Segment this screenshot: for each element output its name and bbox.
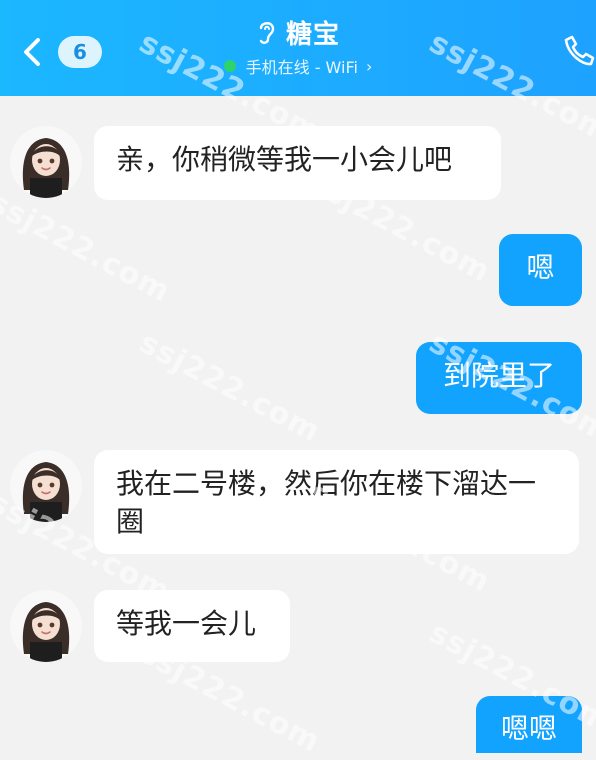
contact-name: 糖宝 bbox=[285, 19, 340, 50]
message-list[interactable]: 亲，你稍微等我一小会儿吧 嗯 到院里了 我在二号楼，然后你在楼下溜达一圈 等我一… bbox=[0, 96, 596, 753]
avatar-icon bbox=[10, 126, 82, 198]
chat-header: 6 糖宝 手机在线 - WiFi › bbox=[0, 0, 596, 96]
online-dot-icon bbox=[223, 60, 236, 72]
avatar[interactable] bbox=[10, 590, 82, 662]
ear-icon bbox=[259, 22, 275, 44]
chat-title-area[interactable]: 糖宝 手机在线 - WiFi › bbox=[0, 14, 596, 84]
avatar[interactable] bbox=[10, 126, 82, 198]
message-bubble[interactable]: 等我一会儿 bbox=[94, 590, 290, 662]
message-text: 嗯嗯 bbox=[500, 712, 557, 745]
message-bubble[interactable]: 到院里了 bbox=[416, 342, 582, 414]
avatar[interactable] bbox=[10, 450, 82, 522]
message-text: 亲，你稍微等我一小会儿吧 bbox=[116, 143, 453, 176]
message-text: 嗯 bbox=[526, 251, 555, 284]
online-status[interactable]: 手机在线 - WiFi › bbox=[223, 54, 373, 78]
message-text: 到院里了 bbox=[442, 359, 555, 392]
message-bubble[interactable]: 我在二号楼，然后你在楼下溜达一圈 bbox=[94, 450, 579, 554]
phone-icon[interactable] bbox=[562, 34, 596, 68]
message-text: 等我一会儿 bbox=[116, 607, 257, 640]
avatar-icon bbox=[10, 590, 82, 662]
online-status-text: 手机在线 - WiFi bbox=[245, 58, 358, 77]
message-bubble[interactable]: 嗯嗯 bbox=[476, 696, 582, 753]
message-bubble[interactable]: 亲，你稍微等我一小会儿吧 bbox=[94, 126, 501, 200]
message-bubble[interactable]: 嗯 bbox=[499, 234, 582, 306]
message-text: 我在二号楼，然后你在楼下溜达一圈 bbox=[116, 467, 537, 538]
avatar-icon bbox=[10, 450, 82, 522]
status-chevron: › bbox=[365, 56, 373, 76]
